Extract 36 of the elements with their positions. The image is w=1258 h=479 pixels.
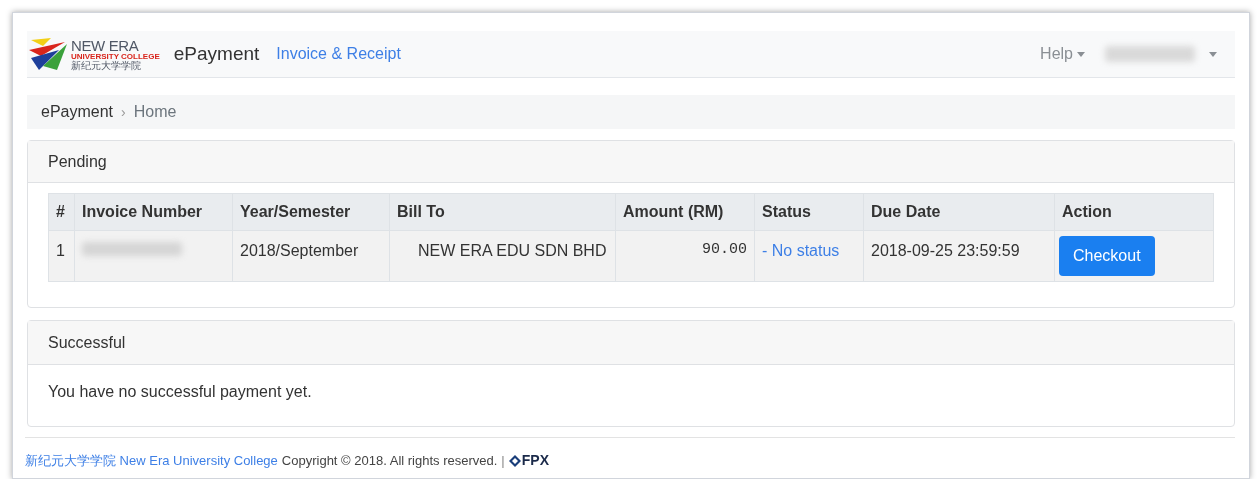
user-menu-blurred[interactable] [1105, 46, 1195, 62]
logo-subtitle: UNIVERSITY COLLEGE [71, 52, 160, 61]
separator: | [501, 451, 505, 470]
column-header: # [48, 193, 75, 231]
diamond-icon [508, 454, 521, 467]
breadcrumb-separator: › [121, 102, 126, 122]
logo-text: NEW ERA [71, 37, 140, 53]
caret-icon [1077, 51, 1085, 57]
logo-icon [29, 36, 69, 72]
column-header: Year/Semester [232, 193, 390, 231]
copyright-text: Copyright © 2018. All rights reserved. [281, 451, 498, 470]
footer-link[interactable]: 新纪元大学学院 New Era University College [25, 450, 278, 471]
checkout-button[interactable]: Checkout [1059, 236, 1155, 276]
nav-link[interactable]: Invoice & Receipt [276, 42, 401, 66]
empty-message: You have no successful payment yet. [48, 381, 312, 402]
column-header: Status [754, 193, 864, 231]
fpx-text: FPX [521, 451, 549, 470]
column-header: Bill To [389, 193, 616, 231]
table-cell: 1 [48, 230, 75, 282]
brand-link[interactable]: ePayment [173, 39, 260, 69]
column-header: Due Date [863, 193, 1055, 231]
card-header: Pending [28, 141, 1234, 183]
card-header: Successful [28, 321, 1234, 365]
logo-chinese-name: 新纪元大学学院 [71, 60, 142, 71]
table-cell: NEW ERA EDU SDN BHD [389, 230, 616, 282]
table-cell: 2018/September [232, 230, 390, 282]
column-header: Action [1054, 193, 1214, 231]
breadcrumb-item: Home [133, 102, 177, 122]
column-header: Amount (RM) [615, 193, 755, 231]
help-menu[interactable]: Help [1040, 42, 1085, 66]
breadcrumb-item[interactable]: ePayment [41, 100, 114, 124]
table-cell: 2018-09-25 23:59:59 [863, 230, 1055, 282]
table-cell: 90.00 [615, 230, 755, 282]
status-link[interactable]: - No status [762, 242, 840, 259]
column-header: Invoice Number [74, 193, 233, 231]
caret-icon [1209, 51, 1217, 57]
